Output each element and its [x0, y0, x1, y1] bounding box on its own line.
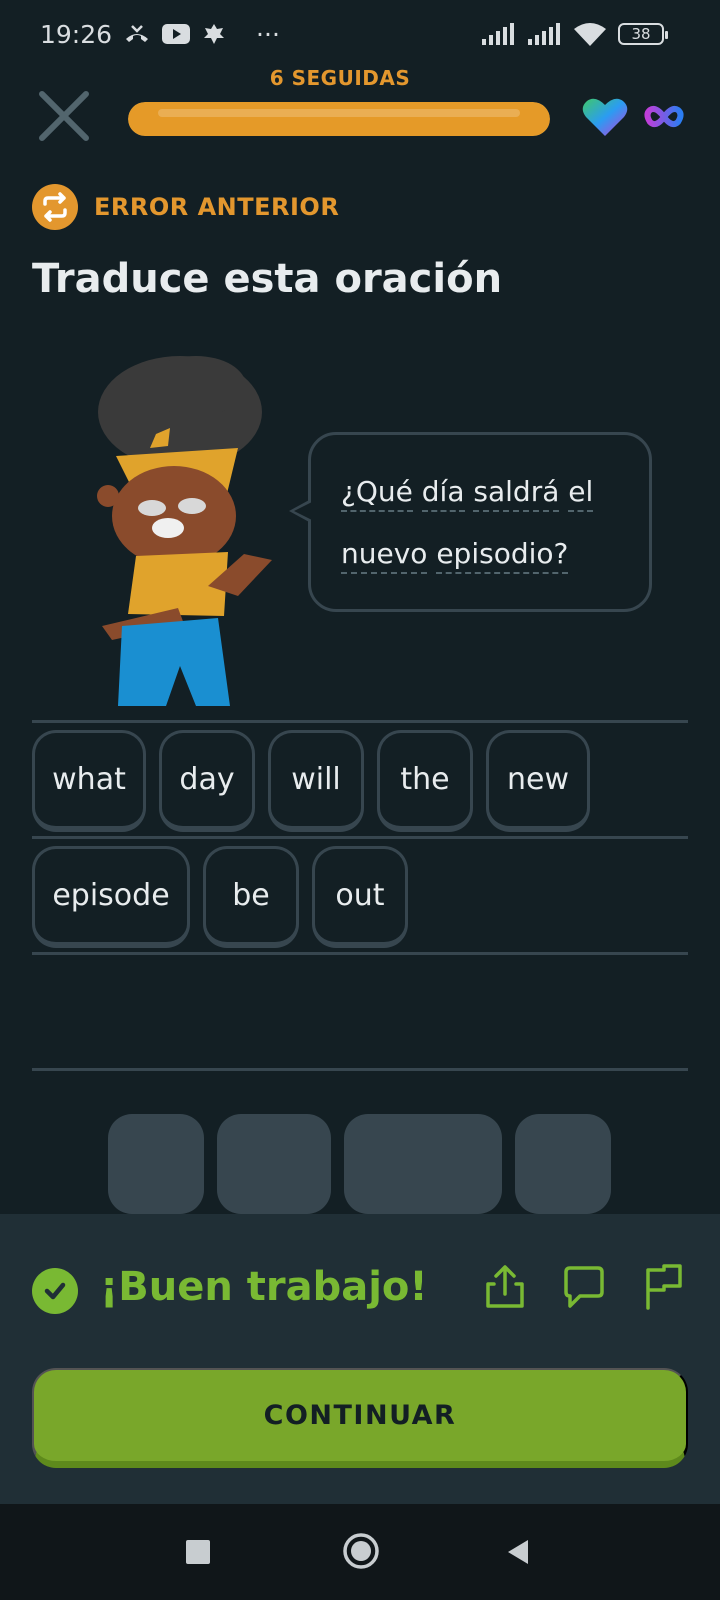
answer-line — [32, 836, 688, 839]
answer-tile-episode[interactable]: episode — [32, 846, 190, 948]
close-button[interactable] — [36, 90, 92, 146]
previous-error-row: ERROR ANTERIOR — [32, 184, 339, 230]
error-label: ERROR ANTERIOR — [94, 193, 340, 221]
missed-call-icon — [126, 25, 149, 42]
recent-apps-icon[interactable] — [186, 1540, 210, 1564]
system-nav-bar — [0, 1504, 720, 1600]
infinity-icon — [644, 105, 684, 128]
speech-bubble: ¿Qué día saldrá el nuevo episodio? — [289, 432, 652, 612]
flag-icon[interactable] — [640, 1264, 686, 1310]
character-illustration — [97, 356, 272, 706]
answer-line — [32, 1068, 688, 1071]
answer-tile-be[interactable]: be — [203, 846, 299, 948]
leaf-icon — [204, 24, 225, 44]
status-left: 19:26 ··· — [40, 20, 280, 49]
answer-line — [32, 720, 688, 723]
wifi-icon — [574, 23, 606, 46]
answer-tile-day[interactable]: day — [159, 730, 255, 832]
answer-tile-the[interactable]: the — [377, 730, 473, 832]
close-icon — [39, 91, 89, 141]
success-message: ¡Buen trabajo! — [100, 1264, 428, 1310]
retry-icon — [32, 184, 78, 230]
sentence-word[interactable]: el — [568, 475, 594, 512]
sentence-word[interactable]: ¿Qué — [341, 475, 413, 512]
word-bank-slot — [108, 1114, 204, 1214]
answer-tile-will[interactable]: will — [268, 730, 364, 832]
more-notifications: ··· — [256, 19, 280, 49]
streak-label: 6 SEGUIDAS — [269, 66, 411, 90]
sentence-word[interactable]: saldrá — [473, 475, 560, 512]
comment-icon[interactable] — [560, 1264, 606, 1310]
sentence-line-2: nuevo episodio? — [341, 523, 619, 585]
word-bank-slot — [515, 1114, 611, 1214]
answer-tile-new[interactable]: new — [486, 730, 590, 832]
sentence-word[interactable]: episodio? — [436, 537, 569, 574]
feedback-panel: ¡Buen trabajo! CONTINUAR — [0, 1214, 720, 1504]
status-bar: 19:26 ··· 38 — [0, 0, 720, 68]
signal-icon — [528, 23, 560, 45]
sentence-word[interactable]: día — [421, 475, 465, 512]
signal-icon — [482, 23, 514, 45]
page-title: Traduce esta oración — [32, 256, 503, 302]
battery-icon: 38 — [618, 23, 668, 45]
sentence-word[interactable]: nuevo — [341, 537, 428, 574]
heart-icon[interactable] — [582, 96, 628, 138]
check-icon — [32, 1268, 78, 1314]
back-icon[interactable] — [506, 1538, 530, 1566]
answer-tile-what[interactable]: what — [32, 730, 146, 832]
youtube-icon — [162, 24, 191, 44]
word-bank-slot — [344, 1114, 502, 1214]
answer-line — [32, 952, 688, 955]
lesson-progress-bar — [128, 102, 550, 136]
continue-button[interactable]: CONTINUAR — [32, 1368, 688, 1468]
answer-tile-out[interactable]: out — [312, 846, 408, 948]
sentence-line-1: ¿Qué día saldrá el — [341, 461, 619, 523]
progress-fill — [128, 102, 550, 136]
clock: 19:26 — [40, 19, 113, 49]
word-bank-slot — [217, 1114, 331, 1214]
share-icon[interactable] — [482, 1264, 528, 1310]
home-icon[interactable] — [342, 1532, 380, 1570]
status-right: 38 — [482, 22, 668, 46]
